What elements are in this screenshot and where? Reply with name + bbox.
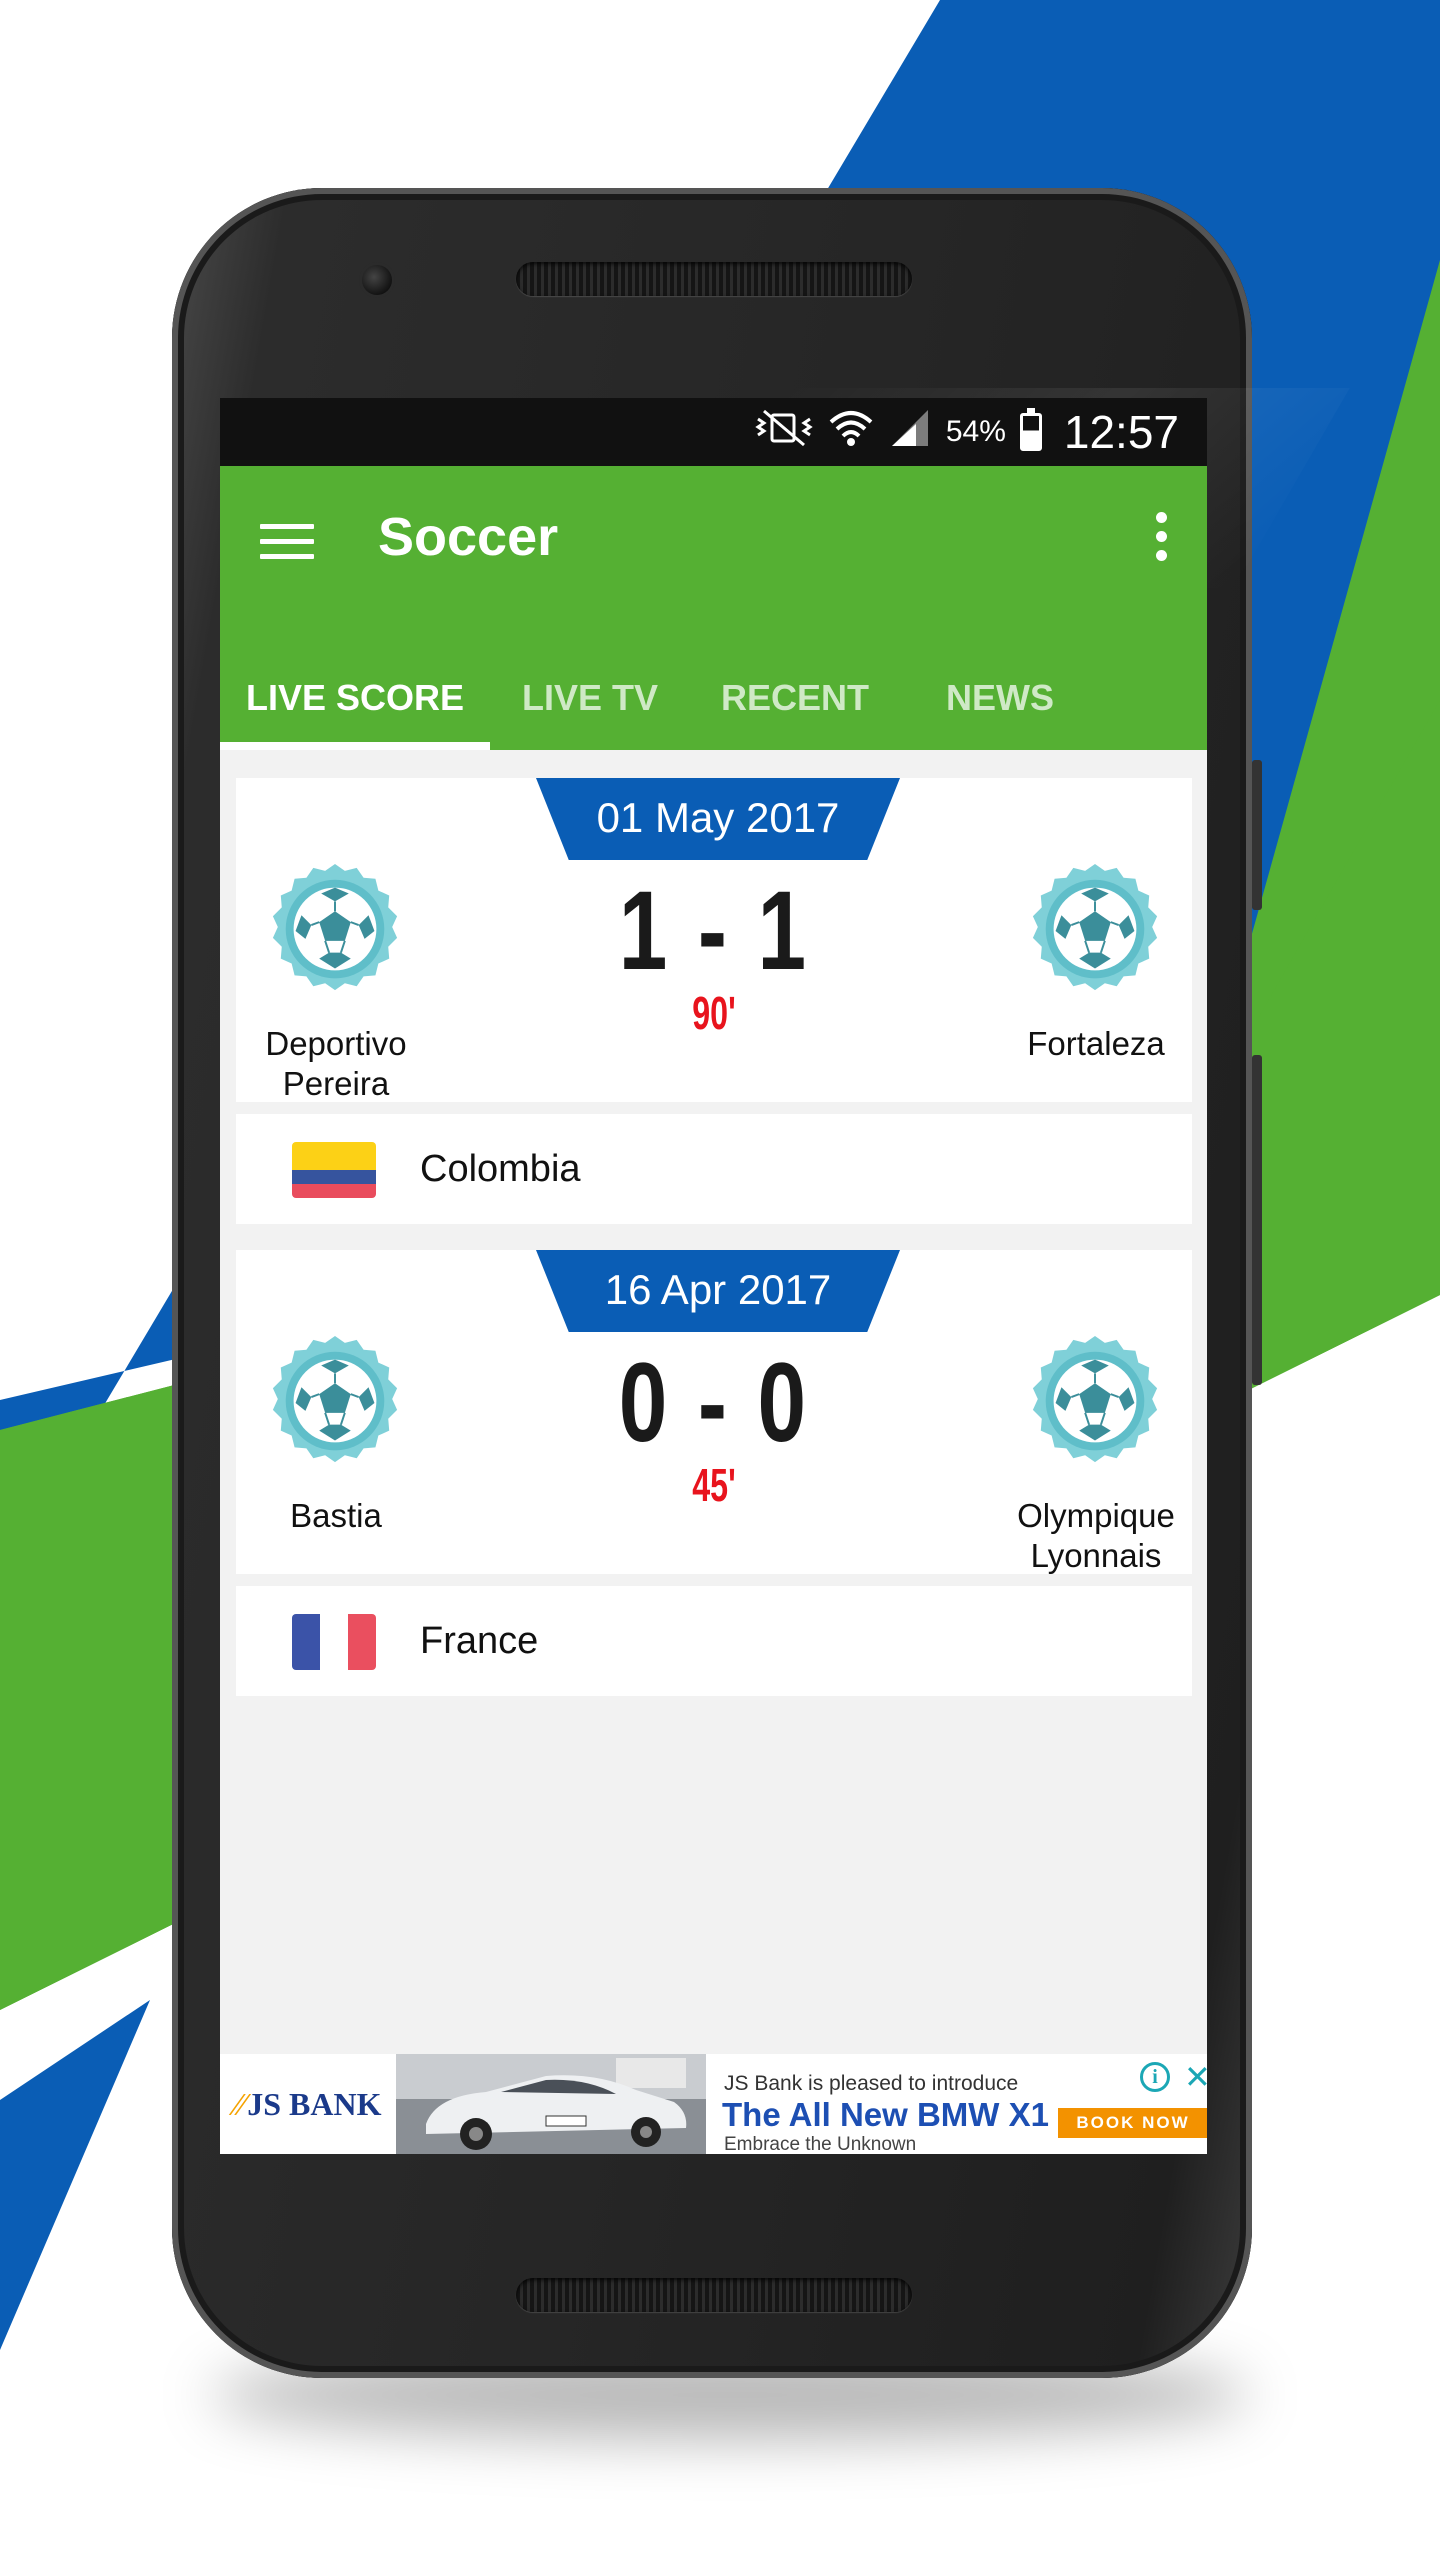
ad-brand-name: JS BANK bbox=[247, 2085, 382, 2122]
battery-percentage: 54% bbox=[945, 415, 1006, 448]
info-icon[interactable]: i bbox=[1140, 2062, 1170, 2092]
match-minute: 45' bbox=[692, 1459, 736, 1511]
match-score: 0 - 0 bbox=[618, 1340, 810, 1465]
away-team-name: Olympique Lyonnais bbox=[1017, 1497, 1175, 1574]
bottom-speaker-grille bbox=[516, 2278, 912, 2312]
match-date: 16 Apr 2017 bbox=[536, 1250, 900, 1332]
home-team-name: Bastia bbox=[290, 1497, 382, 1534]
match-date: 01 May 2017 bbox=[536, 778, 900, 860]
car-image bbox=[396, 2054, 706, 2154]
ad-brand-logo: ⁄⁄ JS BANK bbox=[234, 2085, 382, 2122]
hamburger-menu-icon[interactable] bbox=[260, 524, 314, 564]
away-team-name: Fortaleza bbox=[1027, 1025, 1165, 1062]
vibrate-mute-icon bbox=[754, 409, 814, 456]
colombia-flag-icon bbox=[292, 1142, 376, 1198]
ad-book-now-button[interactable]: BOOK NOW bbox=[1058, 2108, 1207, 2138]
country-name: France bbox=[420, 1620, 539, 1662]
country-row[interactable]: France bbox=[236, 1586, 1192, 1696]
ad-banner[interactable]: ⁄⁄ JS BANK JS Bank is pleased to introduc… bbox=[220, 2054, 1207, 2154]
soccer-ball-icon bbox=[1031, 862, 1159, 992]
wifi-icon bbox=[828, 408, 874, 457]
close-icon[interactable]: ✕ bbox=[1184, 2058, 1207, 2096]
signal-icon bbox=[888, 408, 932, 457]
france-flag-icon bbox=[292, 1614, 376, 1670]
match-score: 1 - 1 bbox=[618, 868, 810, 993]
tab-news[interactable]: NEWS bbox=[900, 646, 1100, 750]
soccer-ball-icon bbox=[1031, 1334, 1159, 1464]
more-vertical-icon[interactable] bbox=[1156, 512, 1170, 568]
country-name: Colombia bbox=[420, 1148, 581, 1190]
match-card[interactable]: 16 Apr 2017 Bastia 0 - 0 45' Olympique L… bbox=[236, 1250, 1192, 1574]
power-button bbox=[1252, 1055, 1262, 1385]
ad-headline: The All New BMW X1 bbox=[722, 2096, 1049, 2133]
match-minute: 90' bbox=[692, 987, 736, 1039]
soccer-ball-icon bbox=[271, 1334, 399, 1464]
front-camera bbox=[362, 265, 392, 295]
phone-screen: 54% 12:57 Soccer LIVE SCORE LIVE TV RECE… bbox=[220, 398, 1207, 2154]
status-bar: 54% 12:57 bbox=[220, 398, 1207, 466]
tab-recent[interactable]: RECENT bbox=[690, 646, 900, 750]
active-tab-indicator bbox=[220, 742, 490, 750]
tab-live-score[interactable]: LIVE SCORE bbox=[220, 646, 490, 750]
top-speaker-grille bbox=[516, 262, 912, 296]
home-team-name: Deportivo Pereira bbox=[265, 1025, 407, 1102]
soccer-ball-icon bbox=[271, 862, 399, 992]
ad-tagline: Embrace the Unknown bbox=[724, 2134, 917, 2154]
volume-button bbox=[1252, 760, 1262, 910]
status-clock: 12:57 bbox=[1063, 406, 1179, 458]
battery-icon bbox=[1019, 408, 1042, 451]
ad-intro-text: JS Bank is pleased to introduce bbox=[724, 2072, 1019, 2095]
app-bar: Soccer LIVE SCORE LIVE TV RECENT NEWS bbox=[220, 466, 1207, 750]
match-card[interactable]: 01 May 2017 Deportivo Pereira 1 - 1 90' … bbox=[236, 778, 1192, 1102]
tab-live-tv[interactable]: LIVE TV bbox=[490, 646, 690, 750]
app-title: Soccer bbox=[378, 507, 559, 567]
tab-bar: LIVE SCORE LIVE TV RECENT NEWS bbox=[220, 646, 1207, 750]
country-row[interactable]: Colombia bbox=[236, 1114, 1192, 1224]
